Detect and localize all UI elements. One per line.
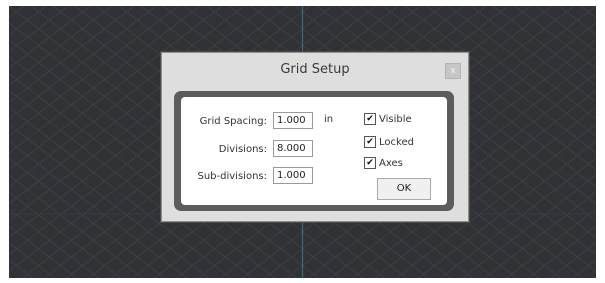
dialog-title: Grid Setup [280,62,350,77]
sub-divisions-input[interactable] [273,167,313,184]
axes-label: Axes [379,157,403,169]
grid-line [492,6,596,86]
content-frame: Grid Spacing: in Divisions: Sub-division… [174,91,454,211]
grid-line [470,6,596,103]
grid-line [9,6,179,137]
grid-setup-dialog: Grid Setup x Grid Spacing: in Divisions:… [161,52,469,222]
visible-label: Visible [379,113,412,125]
axes-checkbox-row[interactable]: ✔ Axes [364,156,403,170]
dialog-content: Grid Spacing: in Divisions: Sub-division… [181,97,447,205]
grid-line [9,6,25,19]
grid-line [9,6,113,86]
grid-line [9,259,33,278]
close-button[interactable]: x [445,63,461,79]
grid-spacing-unit: in [324,114,334,125]
visible-checkbox-row[interactable]: ✔ Visible [364,112,412,126]
grid-line [9,6,91,69]
grid-line [9,191,121,278]
grid-spacing-label: Grid Spacing: [199,116,267,127]
ok-button[interactable]: OK [377,178,431,200]
locked-checkbox-row[interactable]: ✔ Locked [364,135,414,149]
grid-line [580,6,596,19]
grid-line [514,6,596,69]
grid-spacing-input[interactable] [273,112,313,129]
sub-divisions-label: Sub-divisions: [197,171,268,182]
axes-checkbox[interactable]: ✔ [364,157,376,169]
grid-line [484,191,596,278]
divisions-label: Divisions: [218,144,267,155]
divisions-input[interactable] [273,140,313,157]
grid-line [572,259,596,278]
locked-label: Locked [379,136,414,148]
dialog-title-bar[interactable]: Grid Setup x [162,53,468,88]
visible-checkbox[interactable]: ✔ [364,113,376,125]
grid-line [9,6,135,103]
locked-checkbox[interactable]: ✔ [364,136,376,148]
